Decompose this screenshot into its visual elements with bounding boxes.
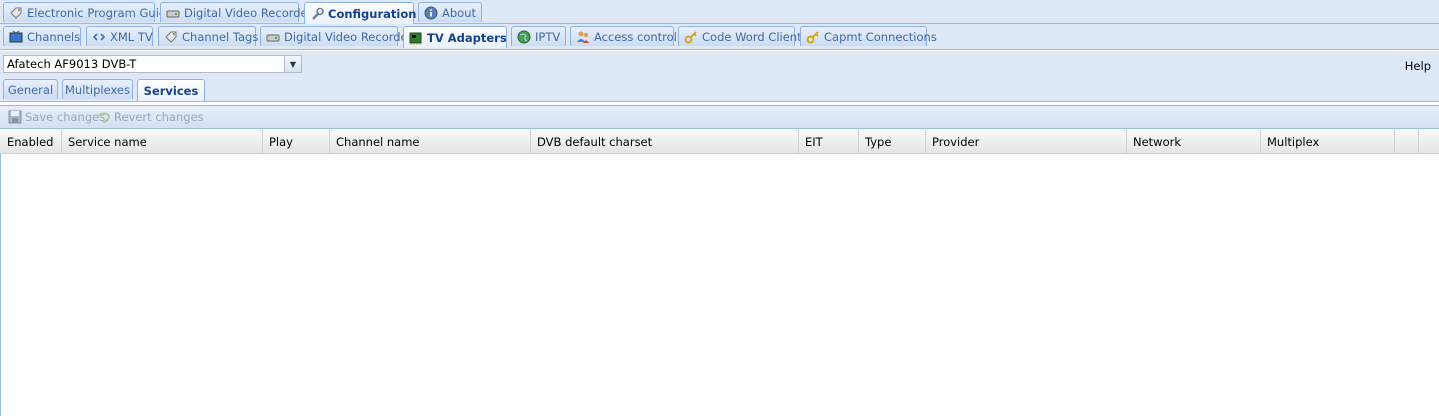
code-icon bbox=[92, 30, 106, 44]
tab-iptv[interactable]: IPTV bbox=[511, 26, 566, 46]
card-icon bbox=[409, 31, 423, 45]
tab-label: Access control bbox=[594, 29, 677, 44]
tab-label: Channels bbox=[27, 29, 81, 44]
tab-label: Code Word Client bbox=[702, 29, 802, 44]
tab-services[interactable]: Services bbox=[137, 79, 205, 101]
drive-icon bbox=[266, 30, 280, 44]
adapter-select-value: Afatech AF9013 DVB-T bbox=[7, 57, 137, 71]
tab-label: Capmt Connections bbox=[824, 29, 937, 44]
tab-label: TV Adapters bbox=[427, 30, 507, 45]
column-header-provider[interactable]: Provider bbox=[926, 130, 1127, 153]
tag-icon bbox=[164, 30, 178, 44]
tab-label: Multiplexes bbox=[65, 82, 130, 97]
key-icon bbox=[684, 30, 698, 44]
main-tab-strip: Electronic Program Guide Digital Video R… bbox=[0, 0, 1439, 24]
tv-icon bbox=[9, 30, 23, 44]
tab-label: Configuration bbox=[328, 6, 417, 21]
save-changes-button[interactable]: Save changes bbox=[8, 110, 105, 124]
tab-label: Services bbox=[143, 83, 199, 98]
tab-channels[interactable]: Channels bbox=[3, 26, 81, 46]
tab-label: IPTV bbox=[535, 29, 561, 44]
tab-digital-video-recorder[interactable]: Digital Video Recorder bbox=[160, 2, 312, 22]
save-changes-label: Save changes bbox=[25, 110, 106, 124]
tab-capmt-connections[interactable]: Capmt Connections bbox=[800, 26, 937, 46]
services-toolbar: Save changes Revert changes bbox=[0, 105, 1439, 129]
chevron-down-icon[interactable]: ▼ bbox=[284, 56, 301, 72]
tab-label: XML TV bbox=[110, 29, 153, 44]
adapter-select[interactable]: Afatech AF9013 DVB-T ▼ bbox=[3, 55, 302, 73]
tab-electronic-program-guide[interactable]: Electronic Program Guide bbox=[3, 2, 173, 22]
tab-multiplexes[interactable]: Multiplexes bbox=[62, 79, 133, 99]
tab-general[interactable]: General bbox=[3, 79, 58, 99]
column-header-enabled[interactable]: Enabled bbox=[1, 130, 62, 153]
column-header-eit[interactable]: EIT bbox=[799, 130, 859, 153]
column-header-service-name[interactable]: Service name bbox=[62, 130, 263, 153]
tab-digital-video-recorder-config[interactable]: Digital Video Recorder bbox=[260, 26, 412, 46]
column-header-channel-name[interactable]: Channel name bbox=[330, 130, 531, 153]
globe-icon bbox=[517, 30, 531, 44]
tab-label: Digital Video Recorder bbox=[184, 5, 313, 20]
tab-label: About bbox=[442, 5, 477, 20]
tab-label: Electronic Program Guide bbox=[27, 5, 174, 20]
column-header-spacer bbox=[1395, 130, 1419, 153]
tab-about[interactable]: About bbox=[418, 2, 482, 22]
help-link[interactable]: Help bbox=[1405, 59, 1431, 73]
column-header-network[interactable]: Network bbox=[1127, 130, 1261, 153]
tab-xml-tv[interactable]: XML TV bbox=[86, 26, 153, 46]
revert-changes-label: Revert changes bbox=[114, 110, 204, 124]
tab-tv-adapters[interactable]: TV Adapters bbox=[403, 26, 507, 48]
services-grid-body bbox=[0, 154, 1439, 416]
wrench-icon bbox=[310, 7, 324, 21]
tag-icon bbox=[9, 6, 23, 20]
tab-access-control[interactable]: Access control bbox=[570, 26, 677, 46]
tab-label: Digital Video Recorder bbox=[284, 29, 413, 44]
column-header-type[interactable]: Type bbox=[859, 130, 926, 153]
column-header-dvb-default-charset[interactable]: DVB default charset bbox=[531, 130, 799, 153]
users-icon bbox=[576, 30, 590, 44]
tab-code-word-client[interactable]: Code Word Client bbox=[678, 26, 802, 46]
adapter-tab-strip: General Multiplexes Services bbox=[0, 77, 1439, 102]
undo-icon bbox=[97, 110, 111, 124]
key-icon bbox=[806, 30, 820, 44]
column-header-multiplex[interactable]: Multiplex bbox=[1261, 130, 1395, 153]
revert-changes-button[interactable]: Revert changes bbox=[97, 110, 204, 124]
save-icon bbox=[8, 110, 22, 124]
config-tab-strip: Channels XML TV Channel Tags Digital Vid… bbox=[0, 24, 1439, 50]
column-header-play[interactable]: Play bbox=[263, 130, 330, 153]
drive-icon bbox=[166, 6, 180, 20]
panel-left-border bbox=[0, 154, 1, 416]
services-grid-header: Enabled Service name Play Channel name D… bbox=[0, 130, 1439, 154]
info-icon bbox=[424, 6, 438, 20]
tab-channel-tags[interactable]: Channel Tags bbox=[158, 26, 259, 46]
tab-label: Channel Tags bbox=[182, 29, 259, 44]
tab-label: General bbox=[7, 82, 54, 97]
tab-configuration[interactable]: Configuration bbox=[304, 2, 417, 24]
